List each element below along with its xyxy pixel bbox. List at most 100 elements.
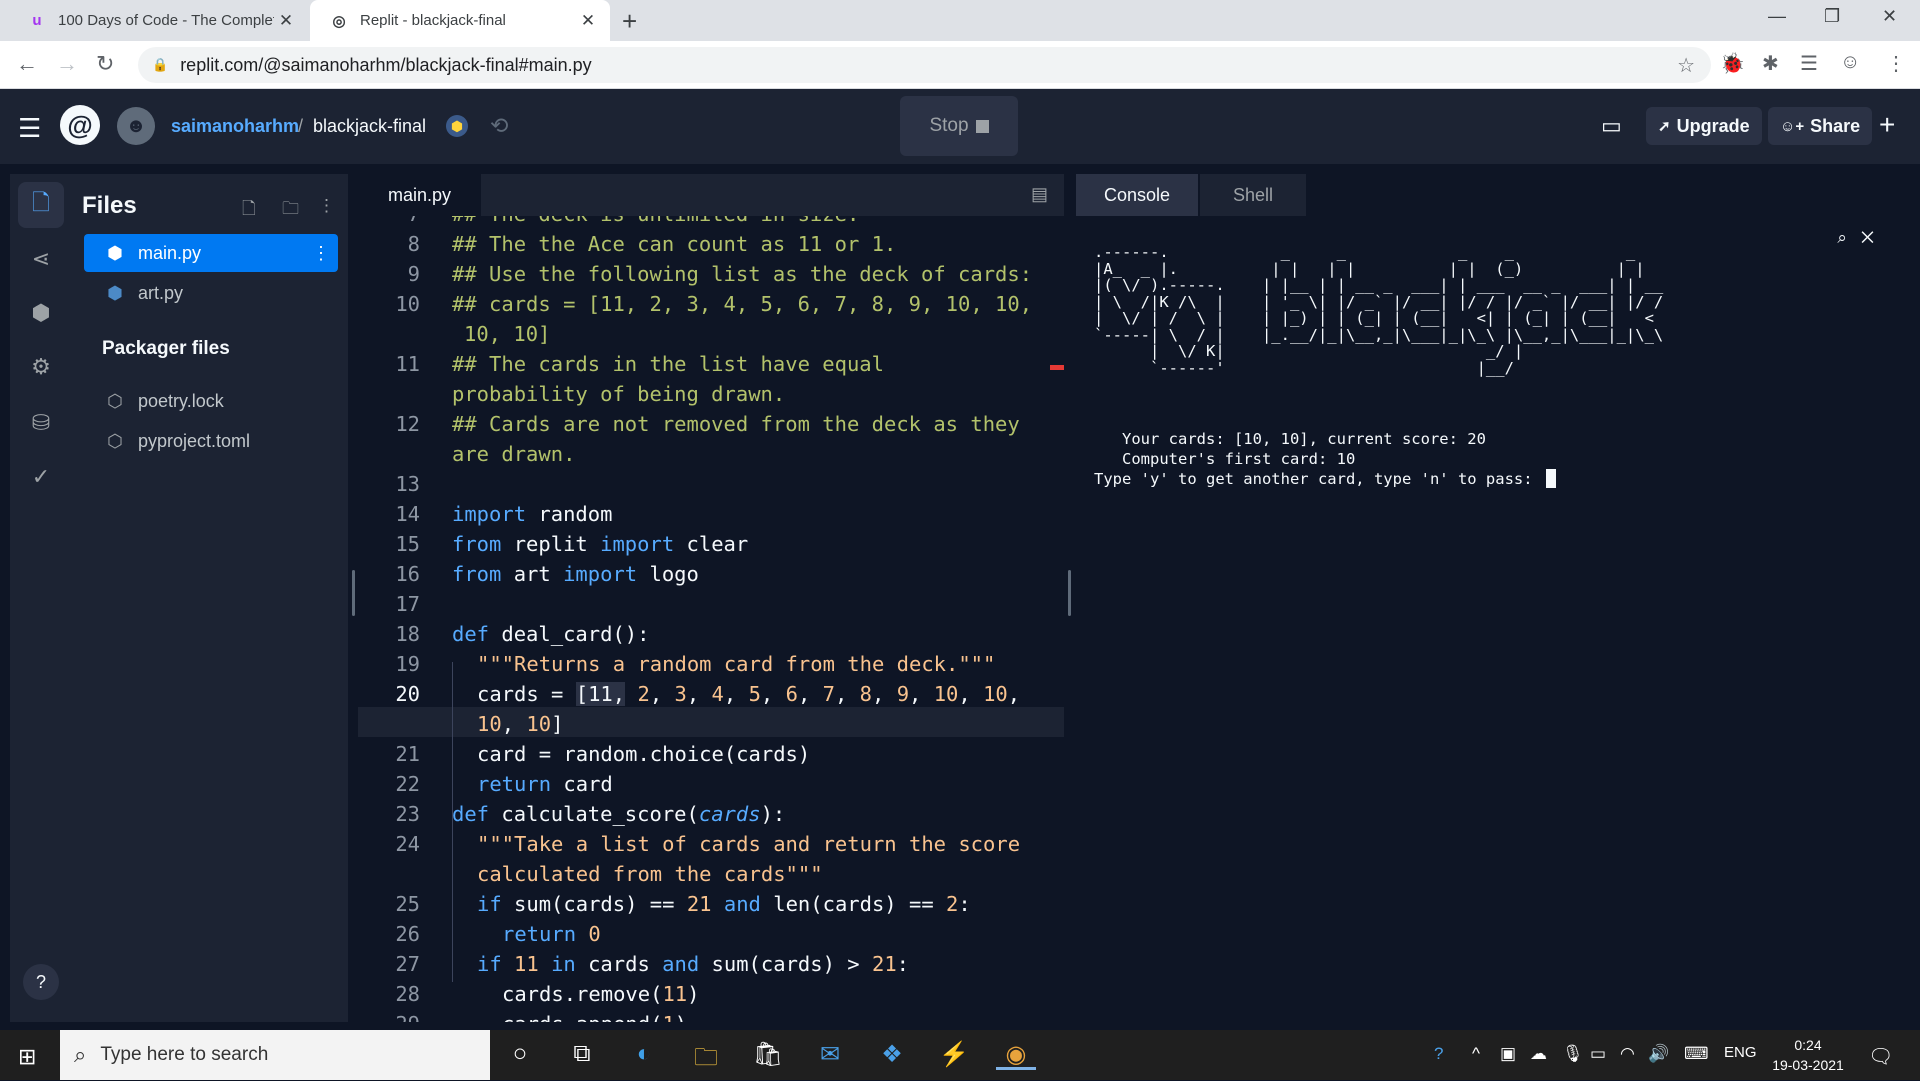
- close-icon[interactable]: ✕: [274, 11, 298, 31]
- search-placeholder: Type here to search: [100, 1044, 269, 1065]
- help-tray-icon[interactable]: ?: [1434, 1044, 1443, 1064]
- minimize-icon[interactable]: —: [1768, 6, 1786, 27]
- tab-shell[interactable]: Shell: [1200, 174, 1306, 216]
- microsoft-store-icon[interactable]: 🛍: [748, 1040, 788, 1070]
- line-number: 9: [407, 262, 420, 286]
- upgrade-button[interactable]: ➚ Upgrade: [1646, 107, 1762, 145]
- code-area[interactable]: 7 ## The deck is unlimited in size. 8 ##…: [358, 216, 1064, 1022]
- volume-icon[interactable]: 🔊: [1648, 1044, 1669, 1064]
- dropbox-icon[interactable]: ❖: [872, 1040, 912, 1070]
- upgrade-label: Upgrade: [1676, 115, 1750, 136]
- code-line: cards = [11, 2, 3, 4, 5, 6, 7, 8, 9, 10,…: [477, 682, 1021, 706]
- tab-console[interactable]: Console: [1076, 174, 1198, 216]
- forward-icon[interactable]: →: [56, 51, 78, 77]
- code-line: 10, 10]: [464, 322, 551, 346]
- line-number: 11: [395, 352, 420, 376]
- extensions-puzzle-icon[interactable]: ✱: [1762, 51, 1779, 76]
- clock-time: 0:24: [1794, 1037, 1822, 1053]
- file-item-art-py[interactable]: ⬢ art.py: [84, 274, 338, 312]
- cortana-icon[interactable]: ○: [500, 1040, 540, 1070]
- clear-console-icon[interactable]: ✕: [1861, 228, 1874, 247]
- repl-name[interactable]: blackjack-final: [313, 116, 426, 137]
- file-explorer-icon[interactable]: 🗀: [686, 1040, 726, 1071]
- code-line: are drawn.: [452, 442, 576, 466]
- new-pane-plus-icon[interactable]: +: [1879, 109, 1895, 141]
- restore-icon[interactable]: ❐: [1824, 6, 1840, 27]
- wifi-icon[interactable]: ◠: [1620, 1044, 1635, 1064]
- task-view-icon[interactable]: ⧉: [562, 1040, 602, 1070]
- files-menu-kebab-icon[interactable]: ⋮: [318, 196, 335, 216]
- console-toolbar: ⌕ ✕: [1837, 228, 1874, 248]
- line-number: 15: [395, 532, 420, 556]
- chrome-icon[interactable]: ◉: [996, 1040, 1036, 1070]
- new-folder-icon[interactable]: 🗀: [282, 196, 299, 225]
- file-item-pyproject-toml[interactable]: ⬡ pyproject.toml: [84, 422, 338, 460]
- notification-center-icon[interactable]: 🗨: [1868, 1044, 1893, 1069]
- settings-gear-icon[interactable]: ⚙: [26, 354, 56, 380]
- profile-avatar-icon[interactable]: ☺: [1840, 51, 1860, 74]
- resize-handle[interactable]: [1068, 570, 1071, 616]
- url-field[interactable]: 🔒 replit.com/@saimanoharhm/blackjack-fin…: [138, 47, 1711, 83]
- bookmark-star-icon[interactable]: ☆: [1677, 53, 1695, 78]
- code-line: return card: [477, 772, 613, 796]
- chat-icon[interactable]: ▭: [1601, 113, 1622, 139]
- terminal-cursor: [1545, 469, 1556, 488]
- file-item-main-py[interactable]: ⬢ main.py ⋮: [84, 234, 338, 272]
- stop-button[interactable]: Stop: [900, 96, 1018, 156]
- editor-settings-icon[interactable]: ▤: [1031, 184, 1048, 205]
- browser-tab-udemy[interactable]: u 100 Days of Code - The Complet ✕: [8, 0, 308, 41]
- version-control-icon[interactable]: ⋖: [26, 246, 56, 272]
- windows-start-icon[interactable]: ⊞: [18, 1044, 36, 1070]
- help-icon[interactable]: ?: [23, 964, 59, 1000]
- visual-studio-icon[interactable]: ⚡: [934, 1040, 974, 1070]
- bug-extension-icon[interactable]: 🐞: [1720, 51, 1745, 76]
- browser-tab-replit[interactable]: ◎ Replit - blackjack-final ✕: [310, 0, 610, 41]
- history-icon[interactable]: ⟲: [490, 113, 508, 139]
- code-line: import random: [452, 502, 613, 526]
- reload-icon[interactable]: ↻: [96, 51, 114, 77]
- files-icon[interactable]: 🗋: [18, 182, 64, 228]
- user-avatar[interactable]: ☻: [117, 107, 155, 145]
- new-tab-button[interactable]: +: [622, 6, 637, 37]
- current-line-highlight: [358, 707, 1064, 737]
- username-link[interactable]: saimanoharhm: [171, 116, 299, 137]
- onedrive-cloud-icon[interactable]: ☁: [1530, 1044, 1547, 1064]
- python-file-icon: ⬢: [107, 242, 123, 263]
- taskbar-search-field[interactable]: ⌕ Type here to search: [60, 1030, 490, 1080]
- add-user-icon: ☺+: [1780, 117, 1805, 135]
- edge-browser-icon[interactable]: ◐: [624, 1040, 664, 1070]
- file-item-poetry-lock[interactable]: ⬡ poetry.lock: [84, 382, 338, 420]
- address-bar-row: ← → ↻ 🔒 replit.com/@saimanoharhm/blackja…: [0, 41, 1920, 89]
- line-number-current: 20: [395, 682, 420, 706]
- file-kebab-icon[interactable]: ⋮: [312, 243, 330, 264]
- system-clock[interactable]: 0:24 19-03-2021: [1766, 1035, 1850, 1075]
- python-language-icon: ⬢: [446, 115, 468, 137]
- meet-now-icon[interactable]: ▣: [1500, 1044, 1516, 1064]
- show-hidden-chevron-icon[interactable]: ^: [1472, 1044, 1480, 1064]
- unit-tests-check-icon[interactable]: ✓: [26, 464, 56, 490]
- code-line: cards.remove(11): [502, 982, 700, 1006]
- close-icon[interactable]: ✕: [576, 11, 600, 31]
- media-list-icon[interactable]: ☰: [1800, 51, 1818, 76]
- search-icon[interactable]: ⌕: [1837, 228, 1847, 247]
- language-indicator[interactable]: ENG: [1724, 1044, 1757, 1061]
- database-icon[interactable]: ⛁: [26, 410, 56, 436]
- share-button[interactable]: ☺+ Share: [1768, 107, 1873, 145]
- window-close-icon[interactable]: ✕: [1882, 6, 1897, 27]
- chrome-menu-icon[interactable]: ⋮: [1886, 51, 1906, 76]
- keyboard-icon[interactable]: ⌨: [1684, 1044, 1709, 1064]
- tab-main-py[interactable]: main.py: [358, 174, 482, 216]
- microphone-icon[interactable]: 🎙: [1562, 1044, 1584, 1064]
- back-icon[interactable]: ←: [16, 51, 38, 77]
- replit-logo-icon[interactable]: @: [60, 105, 100, 145]
- console-output[interactable]: Your cards: [10, 10], current score: 20 …: [1094, 429, 1556, 489]
- new-file-icon[interactable]: 🗋: [242, 196, 256, 225]
- console-line: Computer's first card: 10: [1094, 450, 1356, 468]
- hamburger-menu-icon[interactable]: ☰: [18, 113, 41, 144]
- packages-cube-icon[interactable]: ⬢: [26, 300, 56, 326]
- url-text: replit.com/@saimanoharhm/blackjack-final…: [180, 54, 592, 75]
- resize-handle[interactable]: [352, 570, 355, 616]
- udemy-icon: u: [32, 12, 42, 29]
- battery-icon[interactable]: ▭: [1590, 1044, 1606, 1064]
- mail-icon[interactable]: ✉: [810, 1040, 850, 1070]
